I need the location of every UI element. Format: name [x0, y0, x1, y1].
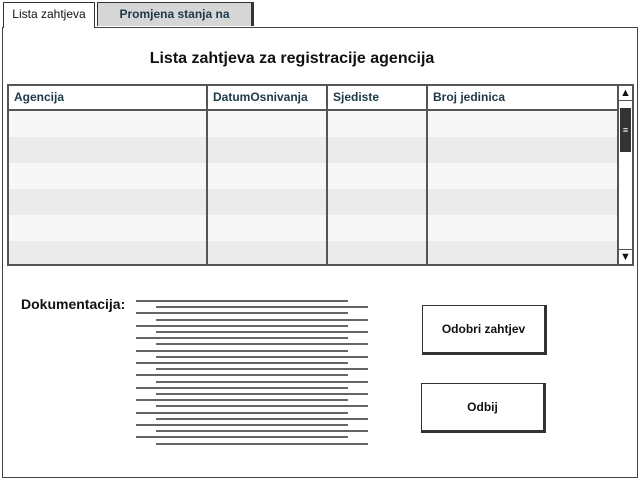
documentation-text-placeholder [136, 300, 368, 448]
column-header-broj-jedinica[interactable]: Broj jedinica [428, 86, 619, 109]
table-row[interactable] [9, 111, 619, 137]
scroll-thumb[interactable]: ≡ [620, 108, 631, 152]
requests-table: Agencija DatumOsnivanja Sjediste Broj je… [7, 84, 634, 266]
table-row[interactable] [9, 241, 619, 264]
documentation-line [156, 430, 368, 433]
table-row[interactable] [9, 137, 619, 163]
documentation-line [156, 355, 368, 358]
documentation-line [156, 331, 368, 333]
documentation-line [156, 368, 368, 371]
documentation-line [136, 399, 348, 402]
column-divider [206, 86, 208, 264]
page-title: Lista zahtjeva za registracije agencija [149, 50, 435, 67]
documentation-line [156, 318, 368, 321]
reject-button[interactable]: Odbij [421, 383, 546, 433]
column-header-agencija[interactable]: Agencija [9, 86, 206, 109]
documentation-line [136, 337, 348, 340]
scroll-up-icon[interactable]: ▲ [619, 86, 632, 101]
tab-lista-zahtjeva[interactable]: Lista zahtjeva [3, 2, 95, 28]
documentation-line [156, 442, 368, 445]
tab-promjena-stanja[interactable]: Promjena stanja na racunu [97, 2, 254, 43]
documentation-line [136, 324, 348, 327]
documentation-line [136, 411, 348, 414]
documentation-line [136, 374, 348, 377]
documentation-line [136, 312, 348, 315]
documentation-label: Dokumentacija: [21, 296, 126, 312]
documentation-line [136, 386, 348, 389]
column-header-datum-osnivanja[interactable]: DatumOsnivanja [208, 86, 326, 109]
table-header: Agencija DatumOsnivanja Sjediste Broj je… [9, 86, 619, 111]
table-row[interactable] [9, 215, 619, 241]
table-body [9, 111, 619, 264]
scroll-down-icon[interactable]: ▼ [619, 249, 632, 264]
column-header-sjediste[interactable]: Sjediste [328, 86, 426, 109]
documentation-line [156, 393, 368, 395]
documentation-line [136, 362, 348, 364]
documentation-line [136, 300, 348, 302]
documentation-line [136, 349, 348, 352]
documentation-line [136, 424, 348, 426]
documentation-line [156, 405, 368, 408]
table-row[interactable] [9, 163, 619, 189]
table-scrollbar[interactable]: ▲ ≡ ▼ [617, 86, 632, 264]
table-row[interactable] [9, 189, 619, 215]
documentation-line [156, 343, 368, 346]
documentation-line [156, 306, 368, 309]
documentation-line [156, 380, 368, 383]
approve-request-button[interactable]: Odobri zahtjev [422, 305, 547, 355]
tab-bar: Lista zahtjeva Promjena stanja na racunu [0, 0, 640, 43]
documentation-line [136, 436, 348, 439]
column-divider [326, 86, 328, 264]
documentation-line [156, 417, 368, 420]
column-divider [426, 86, 428, 264]
